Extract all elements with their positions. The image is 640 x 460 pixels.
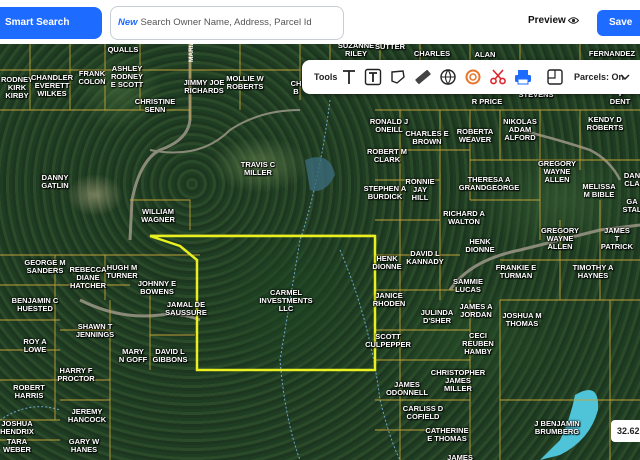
parcel-owner-label[interactable]: RONALD J ONEILL: [370, 118, 408, 134]
parcel-owner-label[interactable]: DAVID L GIBBONS: [152, 348, 187, 364]
parcel-owner-label[interactable]: CHRISTINE SENN: [135, 98, 175, 114]
parcel-owner-label[interactable]: CARMEL INVESTMENTS LLC: [259, 289, 312, 313]
parcel-owner-label[interactable]: SAMMIE LUCAS: [453, 278, 483, 294]
parcel-owner-label[interactable]: JAMES A JORDAN: [459, 303, 492, 319]
parcel-owner-label[interactable]: JEREMY HANCOCK: [68, 408, 106, 424]
parcel-owner-label[interactable]: CARLISS D COFIELD: [403, 405, 443, 421]
stream: [279, 99, 331, 460]
parcel-owner-label[interactable]: SUTTER: [375, 43, 405, 51]
circle-tool-icon[interactable]: [464, 68, 482, 86]
parcel-owner-label[interactable]: FRANKIE E TURMAN: [496, 264, 536, 280]
eye-icon[interactable]: [568, 16, 579, 25]
parcel-owner-label[interactable]: SCOTT CULPEPPER: [365, 333, 411, 349]
parcel-owner-label[interactable]: MARY N GOFF: [119, 348, 147, 364]
parcel-owner-label[interactable]: JIMMY JOE RICHARDS: [184, 79, 225, 95]
parcel-owner-label[interactable]: GEORGE M SANDERS: [24, 259, 65, 275]
chevron-down-icon[interactable]: [620, 72, 630, 82]
parcel-owner-label[interactable]: CHARLES: [414, 50, 450, 58]
parcel-owner-label[interactable]: JAMES T PATRICK: [601, 227, 633, 251]
parcel-owner-label[interactable]: DAN CLA: [624, 172, 640, 188]
stream: [0, 406, 61, 421]
parcel-owner-label[interactable]: RICHARD A WALTON: [443, 210, 485, 226]
parcel-owner-label[interactable]: FERNANDEZ: [589, 50, 635, 58]
parcel-owner-label[interactable]: FRANK COLON: [78, 70, 105, 86]
text-tool-icon[interactable]: [340, 68, 358, 86]
parcel-owner-label[interactable]: GARY W HANES: [69, 438, 99, 454]
road: [149, 109, 301, 154]
tools-label: Tools: [314, 72, 338, 82]
parcel-owner-label[interactable]: STEPHEN A BURDICK: [364, 185, 407, 201]
parcel-owner-label[interactable]: JOHNNY E BOWENS: [138, 280, 176, 296]
parcel-owner-label[interactable]: THERESA A GRANDGEORGE: [459, 176, 519, 192]
top-bar: Smart Search New Search Owner Name, Addre…: [0, 0, 640, 44]
parcel-owner-label[interactable]: REBECCA DIANE HATCHER: [69, 266, 106, 290]
parcel-owner-label[interactable]: CHARLES E BROWN: [405, 130, 448, 146]
parcel-owner-label[interactable]: GREGORY WAYNE ALLEN: [538, 160, 576, 184]
parcel-owner-label[interactable]: ALAN: [475, 51, 496, 59]
scissors-icon[interactable]: [489, 68, 507, 86]
parcel-owner-label[interactable]: ROY A LOWE: [23, 338, 46, 354]
parcel-owner-label[interactable]: JOSHUA M THOMAS: [502, 312, 541, 328]
parcel-owner-label[interactable]: RODNEY KIRK KIRBY: [1, 76, 33, 100]
tools-bar: Tools Parcels: On: [302, 60, 640, 94]
parcel-owner-label[interactable]: HENK DIONNE: [372, 255, 401, 271]
scale-value: 32.62: [617, 426, 640, 436]
text-box-tool-icon[interactable]: [364, 68, 382, 86]
parcel-owner-label[interactable]: DAVID L KANNADY: [406, 250, 444, 266]
globe-icon[interactable]: [439, 68, 457, 86]
parcel-owner-label[interactable]: CECI REUBEN HAMBY: [462, 332, 494, 356]
new-badge: New: [118, 17, 138, 28]
parcel-owner-label[interactable]: QUALLS: [108, 46, 139, 54]
parcel-owner-label[interactable]: JAMES ODONNELL: [386, 381, 428, 397]
parcel-owner-label[interactable]: J BENJAMIN BRUMBERG: [534, 420, 579, 436]
parcel-owner-label[interactable]: GREGORY WAYNE ALLEN: [541, 227, 579, 251]
polygon-tool-icon[interactable]: [389, 68, 407, 86]
parcel-owner-label[interactable]: DANNY GATLIN: [41, 174, 68, 190]
save-label: Save: [609, 17, 633, 28]
search-placeholder: Search Owner Name, Address, Parcel Id: [140, 17, 312, 28]
parcel-layer-icon[interactable]: [546, 68, 564, 86]
parcel-owner-label[interactable]: CHRISTOPHER JAMES MILLER: [431, 369, 485, 393]
parcel-owner-label[interactable]: TRAVIS C MILLER: [241, 161, 275, 177]
parcel-owner-label[interactable]: ROBERT M CLARK: [367, 148, 407, 164]
stream: [339, 249, 401, 460]
parcel-owner-label[interactable]: NIKOLAS ADAM ALFORD: [503, 118, 537, 142]
parcel-owner-label[interactable]: MOLLIE W ROBERTS: [226, 75, 264, 91]
smart-search-label: Smart Search: [5, 17, 70, 28]
preview-button[interactable]: Preview: [528, 15, 566, 26]
parcel-owner-label[interactable]: SHAWN T JENNINGS: [76, 323, 114, 339]
parcel-owner-label[interactable]: CHANDLER EVERETT WILKES: [31, 74, 73, 98]
smart-search-button[interactable]: Smart Search: [0, 7, 102, 39]
parcel-owner-label[interactable]: TARA WEBER: [3, 438, 31, 454]
pond: [305, 157, 335, 191]
parcels-toggle[interactable]: Parcels: On: [574, 72, 624, 82]
parcel-owner-label[interactable]: BENJAMIN C HUESTED: [12, 297, 59, 313]
print-icon[interactable]: [514, 68, 532, 86]
parcel-owner-label[interactable]: ROBERT HARRIS: [13, 384, 45, 400]
save-button[interactable]: Save: [597, 10, 640, 36]
parcel-owner-label[interactable]: JOSHUA HENDRIX: [0, 420, 34, 436]
parcel-owner-label[interactable]: R PRICE: [472, 98, 502, 106]
parcel-owner-label[interactable]: HARRY F PROCTOR: [57, 367, 94, 383]
parcel-owner-label[interactable]: ASHLEY RODNEY E SCOTT: [111, 65, 144, 89]
parcel-owner-label[interactable]: JANICE RHODEN: [373, 292, 406, 308]
parcel-owner-label[interactable]: JULINDA D'SHER: [421, 309, 454, 325]
parcel-owner-label[interactable]: CATHERINE E THOMAS: [425, 427, 468, 443]
parcel-owner-label[interactable]: KENDY D ROBERTS: [587, 116, 624, 132]
parcel-owner-label[interactable]: HENK DIONNE: [465, 238, 494, 254]
parcel-owner-label[interactable]: JAMES: [447, 454, 473, 460]
parcel-owner-label[interactable]: ROBERTA WEAVER: [457, 128, 494, 144]
parcel-owner-label[interactable]: WILLIAM WAGNER: [141, 208, 175, 224]
parcel-owner-label[interactable]: MELISSA M BIBLE: [582, 183, 615, 199]
scale-readout: 32.62: [611, 420, 640, 442]
parcel-owner-label[interactable]: JAMAL DE SAUSSURE: [165, 301, 207, 317]
parcel-owner-label[interactable]: SUZANNE RILEY: [338, 42, 374, 58]
parcel-owner-label[interactable]: GA STAL: [622, 198, 640, 214]
parcel-owner-label[interactable]: RONNIE JAY HILL: [405, 178, 434, 202]
search-input[interactable]: New Search Owner Name, Address, Parcel Id: [110, 6, 344, 40]
parcel-owner-label[interactable]: CH B: [291, 80, 302, 96]
ruler-icon[interactable]: [414, 68, 432, 86]
parcel-owner-label[interactable]: TIMOTHY A HAYNES: [573, 264, 614, 280]
parcel-owner-label[interactable]: HUGH M TURNER: [106, 264, 137, 280]
